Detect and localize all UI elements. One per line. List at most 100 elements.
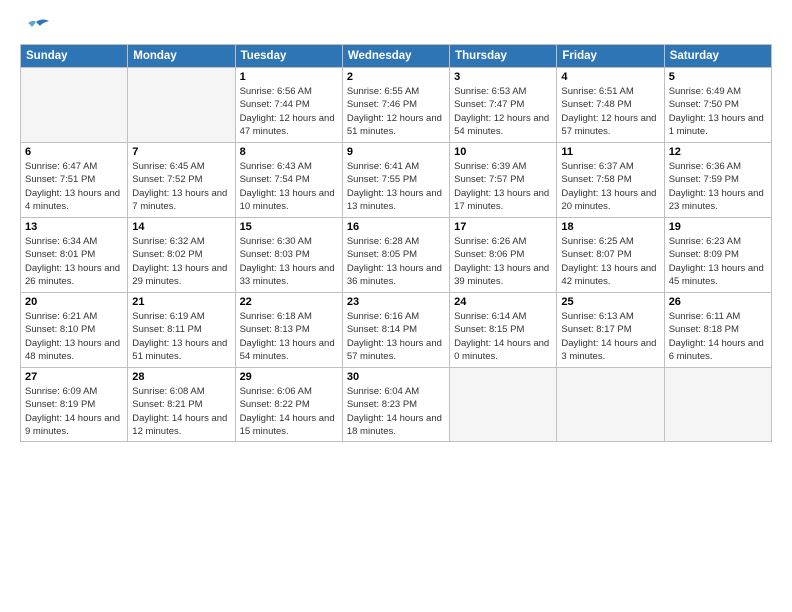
calendar-cell: 12 Sunrise: 6:36 AM Sunset: 7:59 PM Dayli…: [664, 143, 771, 218]
day-info: Sunrise: 6:36 AM Sunset: 7:59 PM Dayligh…: [669, 160, 767, 213]
calendar-cell: 21 Sunrise: 6:19 AM Sunset: 8:11 PM Dayli…: [128, 293, 235, 368]
day-info: Sunrise: 6:45 AM Sunset: 7:52 PM Dayligh…: [132, 160, 230, 213]
day-number: 13: [25, 221, 123, 233]
col-header-sunday: Sunday: [21, 45, 128, 68]
day-number: 5: [669, 71, 767, 83]
page: SundayMondayTuesdayWednesdayThursdayFrid…: [0, 0, 792, 612]
day-info: Sunrise: 6:23 AM Sunset: 8:09 PM Dayligh…: [669, 235, 767, 288]
day-number: 29: [240, 371, 338, 383]
day-info: Sunrise: 6:53 AM Sunset: 7:47 PM Dayligh…: [454, 85, 552, 138]
calendar-week-row: 13Sunrise: 6:34 AM Sunset: 8:01 PM Dayli…: [21, 218, 772, 293]
day-number: 17: [454, 221, 552, 233]
day-info: Sunrise: 6:14 AM Sunset: 8:15 PM Dayligh…: [454, 310, 552, 363]
day-info: Sunrise: 6:09 AM Sunset: 8:19 PM Dayligh…: [25, 385, 123, 438]
day-number: 26: [669, 296, 767, 308]
calendar-cell: 16 Sunrise: 6:28 AM Sunset: 8:05 PM Dayli…: [342, 218, 449, 293]
calendar-cell: 4 Sunrise: 6:51 AM Sunset: 7:48 PM Daylig…: [557, 68, 664, 143]
calendar-cell: 26 Sunrise: 6:11 AM Sunset: 8:18 PM Dayli…: [664, 293, 771, 368]
day-number: 22: [240, 296, 338, 308]
day-info: Sunrise: 6:06 AM Sunset: 8:22 PM Dayligh…: [240, 385, 338, 438]
day-number: 19: [669, 221, 767, 233]
day-info: Sunrise: 6:19 AM Sunset: 8:11 PM Dayligh…: [132, 310, 230, 363]
day-number: 15: [240, 221, 338, 233]
day-number: 4: [561, 71, 659, 83]
calendar-cell: 11 Sunrise: 6:37 AM Sunset: 7:58 PM Dayli…: [557, 143, 664, 218]
day-info: Sunrise: 6:04 AM Sunset: 8:23 PM Dayligh…: [347, 385, 445, 438]
day-number: 8: [240, 146, 338, 158]
calendar-cell: [450, 368, 557, 442]
calendar-week-row: 20Sunrise: 6:21 AM Sunset: 8:10 PM Dayli…: [21, 293, 772, 368]
calendar-cell: 7 Sunrise: 6:45 AM Sunset: 7:52 PM Daylig…: [128, 143, 235, 218]
calendar-header-row: SundayMondayTuesdayWednesdayThursdayFrid…: [21, 45, 772, 68]
col-header-monday: Monday: [128, 45, 235, 68]
day-info: Sunrise: 6:28 AM Sunset: 8:05 PM Dayligh…: [347, 235, 445, 288]
col-header-wednesday: Wednesday: [342, 45, 449, 68]
calendar-cell: 15 Sunrise: 6:30 AM Sunset: 8:03 PM Dayli…: [235, 218, 342, 293]
day-number: 14: [132, 221, 230, 233]
calendar-table: SundayMondayTuesdayWednesdayThursdayFrid…: [20, 44, 772, 442]
calendar-week-row: 27 Sunrise: 6:09 AM Sunset: 8:19 PM Dayli…: [21, 368, 772, 442]
day-info: Sunrise: 6:43 AM Sunset: 7:54 PM Dayligh…: [240, 160, 338, 213]
day-info: Sunrise: 6:18 AM Sunset: 8:13 PM Dayligh…: [240, 310, 338, 363]
day-info: Sunrise: 6:37 AM Sunset: 7:58 PM Dayligh…: [561, 160, 659, 213]
day-number: 10: [454, 146, 552, 158]
calendar-cell: 6 Sunrise: 6:47 AM Sunset: 7:51 PM Daylig…: [21, 143, 128, 218]
day-info: Sunrise: 6:32 AM Sunset: 8:02 PM Dayligh…: [132, 235, 230, 288]
day-number: 6: [25, 146, 123, 158]
logo: [20, 18, 50, 34]
day-info: Sunrise: 6:11 AM Sunset: 8:18 PM Dayligh…: [669, 310, 767, 363]
header: [20, 18, 772, 34]
day-info: Sunrise: 6:08 AM Sunset: 8:21 PM Dayligh…: [132, 385, 230, 438]
calendar-cell: [664, 368, 771, 442]
calendar-cell: 25 Sunrise: 6:13 AM Sunset: 8:17 PM Dayli…: [557, 293, 664, 368]
day-info: Sunrise: 6:26 AM Sunset: 8:06 PM Dayligh…: [454, 235, 552, 288]
calendar-cell: 1 Sunrise: 6:56 AM Sunset: 7:44 PM Daylig…: [235, 68, 342, 143]
day-number: 16: [347, 221, 445, 233]
calendar-cell: 20Sunrise: 6:21 AM Sunset: 8:10 PM Dayli…: [21, 293, 128, 368]
col-header-tuesday: Tuesday: [235, 45, 342, 68]
calendar-week-row: 6 Sunrise: 6:47 AM Sunset: 7:51 PM Daylig…: [21, 143, 772, 218]
calendar-cell: 3Sunrise: 6:53 AM Sunset: 7:47 PM Daylig…: [450, 68, 557, 143]
day-number: 11: [561, 146, 659, 158]
day-number: 23: [347, 296, 445, 308]
day-number: 30: [347, 371, 445, 383]
day-number: 1: [240, 71, 338, 83]
calendar-cell: 13Sunrise: 6:34 AM Sunset: 8:01 PM Dayli…: [21, 218, 128, 293]
calendar-cell: 27 Sunrise: 6:09 AM Sunset: 8:19 PM Dayli…: [21, 368, 128, 442]
day-number: 12: [669, 146, 767, 158]
day-info: Sunrise: 6:56 AM Sunset: 7:44 PM Dayligh…: [240, 85, 338, 138]
calendar-cell: 2 Sunrise: 6:55 AM Sunset: 7:46 PM Daylig…: [342, 68, 449, 143]
calendar-cell: 24 Sunrise: 6:14 AM Sunset: 8:15 PM Dayli…: [450, 293, 557, 368]
calendar-cell: 14 Sunrise: 6:32 AM Sunset: 8:02 PM Dayli…: [128, 218, 235, 293]
day-info: Sunrise: 6:41 AM Sunset: 7:55 PM Dayligh…: [347, 160, 445, 213]
calendar-cell: 30 Sunrise: 6:04 AM Sunset: 8:23 PM Dayli…: [342, 368, 449, 442]
calendar-cell: 19 Sunrise: 6:23 AM Sunset: 8:09 PM Dayli…: [664, 218, 771, 293]
calendar-cell: 17 Sunrise: 6:26 AM Sunset: 8:06 PM Dayli…: [450, 218, 557, 293]
col-header-thursday: Thursday: [450, 45, 557, 68]
day-number: 27: [25, 371, 123, 383]
calendar-cell: 18Sunrise: 6:25 AM Sunset: 8:07 PM Dayli…: [557, 218, 664, 293]
day-info: Sunrise: 6:49 AM Sunset: 7:50 PM Dayligh…: [669, 85, 767, 138]
logo-bird-icon: [22, 18, 50, 38]
day-info: Sunrise: 6:55 AM Sunset: 7:46 PM Dayligh…: [347, 85, 445, 138]
calendar-cell: [21, 68, 128, 143]
calendar-cell: 29 Sunrise: 6:06 AM Sunset: 8:22 PM Dayli…: [235, 368, 342, 442]
day-number: 24: [454, 296, 552, 308]
day-number: 21: [132, 296, 230, 308]
calendar-week-row: 1 Sunrise: 6:56 AM Sunset: 7:44 PM Daylig…: [21, 68, 772, 143]
day-number: 7: [132, 146, 230, 158]
day-info: Sunrise: 6:13 AM Sunset: 8:17 PM Dayligh…: [561, 310, 659, 363]
day-number: 20: [25, 296, 123, 308]
calendar-cell: [128, 68, 235, 143]
day-info: Sunrise: 6:51 AM Sunset: 7:48 PM Dayligh…: [561, 85, 659, 138]
day-number: 25: [561, 296, 659, 308]
day-info: Sunrise: 6:16 AM Sunset: 8:14 PM Dayligh…: [347, 310, 445, 363]
day-number: 9: [347, 146, 445, 158]
day-info: Sunrise: 6:47 AM Sunset: 7:51 PM Dayligh…: [25, 160, 123, 213]
calendar-cell: 9 Sunrise: 6:41 AM Sunset: 7:55 PM Daylig…: [342, 143, 449, 218]
calendar-cell: 28Sunrise: 6:08 AM Sunset: 8:21 PM Dayli…: [128, 368, 235, 442]
day-info: Sunrise: 6:30 AM Sunset: 8:03 PM Dayligh…: [240, 235, 338, 288]
calendar-cell: 10Sunrise: 6:39 AM Sunset: 7:57 PM Dayli…: [450, 143, 557, 218]
day-number: 2: [347, 71, 445, 83]
calendar-cell: 5 Sunrise: 6:49 AM Sunset: 7:50 PM Daylig…: [664, 68, 771, 143]
